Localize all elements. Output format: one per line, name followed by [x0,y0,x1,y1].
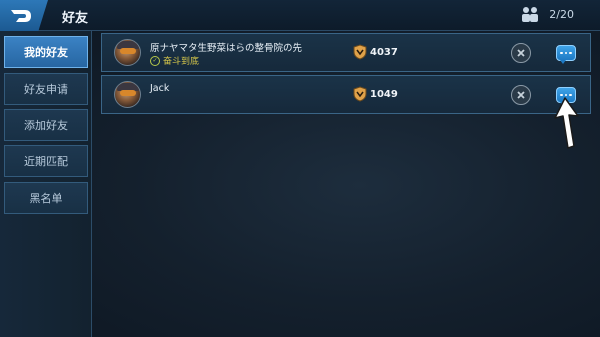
sidebar: 我的好友 好友申请 添加好友 近期匹配 黑名单 [0,31,92,337]
top-bar: 好友 2/20 [0,0,600,31]
remove-friend-button[interactable] [511,85,531,105]
close-icon [517,49,525,57]
friend-row[interactable]: 原ナヤマタ生野菜はらの整骨院の先 ✓ 奋斗到底 4037 [101,33,591,72]
status-icon: ✓ [150,55,160,66]
chat-button[interactable] [556,45,576,64]
tab-recent-matches[interactable]: 近期匹配 [4,145,88,177]
tab-friend-requests[interactable]: 好友申请 [4,73,88,105]
tab-my-friends[interactable]: 我的好友 [4,36,88,68]
avatar[interactable] [114,81,141,108]
tab-blacklist[interactable]: 黑名单 [4,182,88,214]
friend-score: 4037 [370,47,398,58]
friend-status: ✓ 奋斗到底 [150,54,199,67]
back-button[interactable] [0,0,48,31]
tab-add-friend[interactable]: 添加好友 [4,109,88,141]
pointer-arrow-icon [552,96,582,154]
remove-friend-button[interactable] [511,43,531,63]
avatar[interactable] [114,39,141,66]
back-arrow-icon [11,9,31,22]
close-icon [517,91,525,99]
chat-icon [560,51,563,55]
status-text: 奋斗到底 [163,57,200,67]
rank-badge-icon [352,44,368,64]
friends-icon [520,5,540,27]
friend-name: 原ナヤマタ生野菜はらの整骨院の先 [150,43,303,54]
friend-score: 1049 [370,89,398,100]
friend-name: Jack [150,83,170,94]
friend-row[interactable]: Jack 1049 [101,75,591,114]
friend-count: 2/20 [549,8,574,21]
rank-badge-icon [352,86,368,106]
page-title: 好友 [62,11,89,26]
